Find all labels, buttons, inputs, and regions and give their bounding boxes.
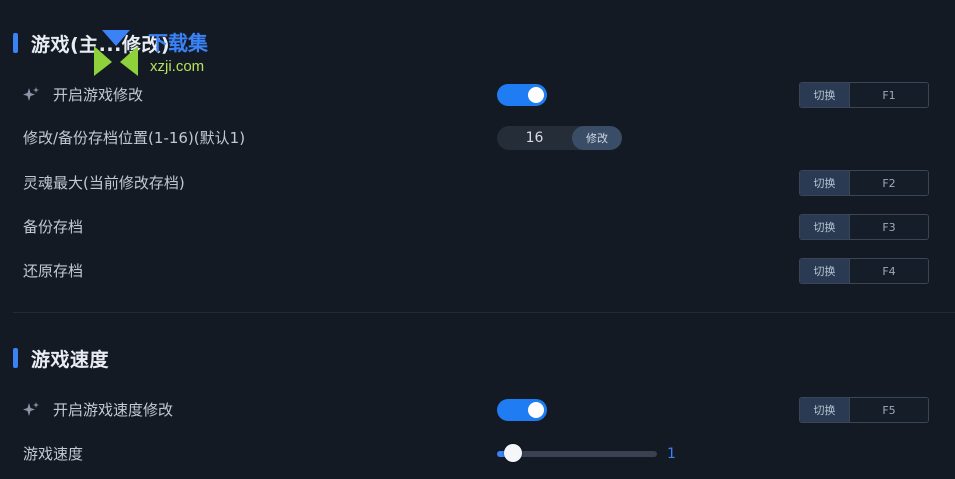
toggle-knob [528,87,544,103]
slider-thumb[interactable] [504,444,522,462]
hotkey-switch-button[interactable]: 切换 [800,171,850,195]
sparkle-icon [23,87,39,101]
section-accent-bar [13,348,18,368]
speed-slider[interactable] [497,444,657,462]
setting-label: 灵魂最大(当前修改存档) [23,174,185,192]
hotkey-key-field[interactable]: F2 [850,171,928,195]
setting-label: 修改/备份存档位置(1-16)(默认1) [23,129,246,147]
hotkey-switch-button[interactable]: 切换 [800,398,850,422]
setting-row-enable-speed: 开启游戏速度修改 切换 F5 [0,395,955,425]
section-title: 游戏速度 [31,348,110,371]
setting-label: 开启游戏修改 [53,86,144,104]
setting-row-enable-mod: 开启游戏修改 切换 F1 [0,80,955,110]
save-slot-input[interactable]: 16 [497,126,572,150]
section-accent-bar [13,33,18,53]
sparkle-icon [23,402,39,416]
hotkey-key-field[interactable]: F3 [850,215,928,239]
watermark-text: xzji.com [150,58,205,75]
hotkey-group: 切换 F4 [799,258,929,284]
setting-row-backup: 备份存档 切换 F3 [0,212,955,242]
watermark-logo: 下载集 xzji.com [90,28,235,76]
hotkey-switch-button[interactable]: 切换 [800,259,850,283]
hotkey-key-field[interactable]: F4 [850,259,928,283]
enable-speed-toggle[interactable] [497,399,547,421]
setting-label: 游戏速度 [23,445,84,463]
hotkey-group: 切换 F5 [799,397,929,423]
watermark-brand: 下载集 [148,31,209,55]
hotkey-key-field[interactable]: F1 [850,83,928,107]
section-divider [13,312,955,313]
setting-row-save-slot: 修改/备份存档位置(1-16)(默认1) 16 修改 [0,123,955,153]
setting-row-restore: 还原存档 切换 F4 [0,256,955,286]
save-slot-input-group: 16 修改 [497,126,622,150]
hotkey-switch-button[interactable]: 切换 [800,215,850,239]
hotkey-switch-button[interactable]: 切换 [800,83,850,107]
setting-label: 还原存档 [23,262,84,280]
speed-value: 1 [667,446,676,462]
section-header-game-speed: 游戏速度 [13,347,110,371]
hotkey-group: 切换 F2 [799,170,929,196]
apply-slot-button[interactable]: 修改 [572,126,622,150]
setting-label: 开启游戏速度修改 [53,401,174,419]
hotkey-group: 切换 F1 [799,82,929,108]
hotkey-group: 切换 F3 [799,214,929,240]
hotkey-key-field[interactable]: F5 [850,398,928,422]
setting-row-speed-slider: 游戏速度 1 [0,439,955,469]
setting-label: 备份存档 [23,218,84,236]
enable-mod-toggle[interactable] [497,84,547,106]
setting-row-soul-max: 灵魂最大(当前修改存档) 切换 F2 [0,168,955,198]
toggle-knob [528,402,544,418]
